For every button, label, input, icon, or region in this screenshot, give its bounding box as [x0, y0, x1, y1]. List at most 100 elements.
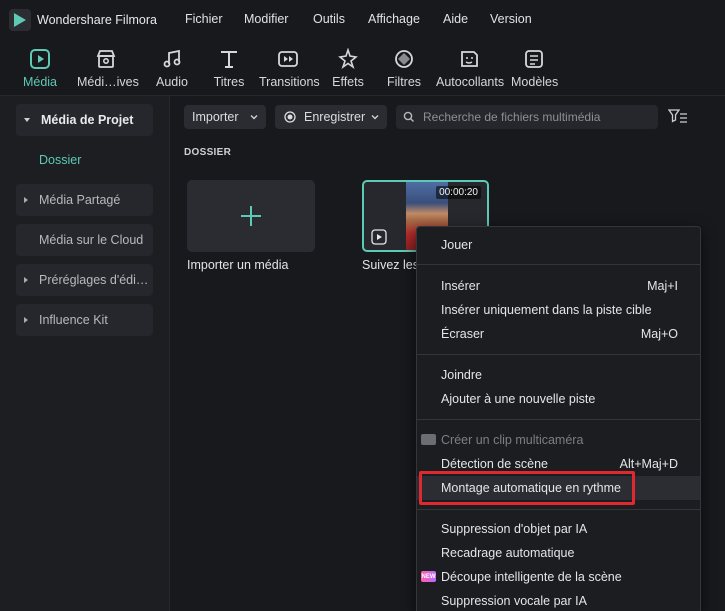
menu-item-shortcut: Alt+Maj+D: [619, 457, 678, 471]
tab-filters[interactable]: Filtres: [387, 46, 421, 94]
tab-stickers[interactable]: Autocollants: [436, 46, 505, 94]
tab-stickers-label: Autocollants: [436, 75, 505, 89]
context-menu: Jouer Insérer Maj+I Insérer uniquement d…: [416, 226, 701, 611]
menu-item-label: Découpe intelligente de la scène: [441, 570, 622, 584]
chevron-down-icon: [371, 115, 379, 120]
menu-item-nouvelle-piste[interactable]: Ajouter à une nouvelle piste: [417, 387, 700, 411]
menu-divider: [417, 354, 700, 355]
menu-item-shortcut: Maj+I: [647, 279, 678, 293]
menu-item-inserer-piste-cible[interactable]: Insérer uniquement dans la piste cible: [417, 298, 700, 322]
tab-filters-label: Filtres: [387, 75, 422, 89]
new-badge-icon: NEW: [421, 571, 436, 582]
menu-version[interactable]: Version: [490, 12, 532, 26]
filmora-logo-icon: [9, 9, 31, 31]
clip-duration: 00:00:20: [436, 186, 481, 199]
plus-icon: [241, 206, 261, 226]
sidebar-item-label: Influence Kit: [39, 313, 108, 327]
chevron-down-icon: [24, 118, 30, 122]
sidebar-item-media-cloud[interactable]: Média sur le Cloud: [16, 224, 153, 256]
menu-item-decoupe-scene[interactable]: NEW Découpe intelligente de la scène: [417, 565, 700, 589]
menu-outils[interactable]: Outils: [313, 12, 345, 26]
tab-templates-label: Modèles: [511, 75, 559, 89]
menu-divider: [417, 419, 700, 420]
import-media-label: Importer un média: [187, 258, 289, 272]
sidebar-item-label: Média Partagé: [39, 193, 121, 207]
annotation-highlight-box: [419, 471, 635, 505]
tab-media-label: Média: [22, 75, 58, 89]
menu-item-inserer[interactable]: Insérer Maj+I: [417, 274, 700, 298]
tab-stock-media-label: Médi…ives: [77, 75, 139, 89]
chevron-down-icon: [250, 115, 258, 120]
sidebar-item-influence-kit[interactable]: Influence Kit: [16, 304, 153, 336]
search-placeholder: Recherche de fichiers multimédia: [423, 110, 601, 124]
sidebar-item-label: Préréglages d'édi…: [39, 273, 149, 287]
menu-fichier[interactable]: Fichier: [185, 12, 223, 26]
menu-item-ecraser[interactable]: Écraser Maj+O: [417, 322, 700, 346]
effects-icon: [335, 46, 361, 72]
record-button[interactable]: Enregistrer: [275, 105, 387, 129]
record-icon: [284, 111, 296, 123]
menu-item-label: Suppression vocale par IA: [441, 594, 587, 608]
sticker-icon: [456, 46, 482, 72]
templates-icon: [521, 46, 547, 72]
tab-titles-label: Titres: [213, 75, 245, 89]
menu-affichage[interactable]: Affichage: [368, 12, 420, 26]
filter-sort-icon[interactable]: [668, 108, 688, 126]
menu-item-label: Insérer uniquement dans la piste cible: [441, 303, 652, 317]
search-icon: [403, 111, 414, 122]
tab-stock-media[interactable]: Médi…ives: [77, 46, 139, 94]
media-icon: [27, 46, 53, 72]
tab-transitions[interactable]: Transitions: [259, 46, 320, 94]
sidebar-item-media-de-projet[interactable]: Média de Projet: [16, 104, 153, 136]
menu-item-label: Créer un clip multicaméra: [441, 433, 584, 447]
menu-item-label: Joindre: [441, 368, 482, 382]
menu-item-label: Insérer: [441, 279, 480, 293]
multicam-icon: [421, 434, 436, 445]
menu-item-label: Écraser: [441, 327, 485, 341]
menu-item-label: Ajouter à une nouvelle piste: [441, 392, 596, 406]
asset-toolbar: Média Médi…ives Audio Titres Transitions…: [0, 40, 725, 96]
sidebar: Média de Projet Dossier Média Partagé Mé…: [0, 96, 170, 611]
menu-aide[interactable]: Aide: [443, 12, 468, 26]
title-bar: Wondershare Filmora Fichier Modifier Out…: [0, 0, 725, 40]
clip-label: Suivez les: [362, 258, 419, 272]
menu-item-label: Suppression d'objet par IA: [441, 522, 588, 536]
chevron-right-icon: [24, 197, 28, 203]
store-icon: [93, 46, 119, 72]
tab-transitions-label: Transitions: [259, 75, 320, 89]
menu-item-label: Détection de scène: [441, 457, 549, 471]
menu-divider: [417, 509, 700, 510]
sidebar-item-label: Média sur le Cloud: [39, 233, 144, 247]
menu-item-jouer[interactable]: Jouer: [417, 233, 700, 257]
sidebar-item-presets[interactable]: Préréglages d'édi…: [16, 264, 153, 296]
menu-item-joindre[interactable]: Joindre: [417, 363, 700, 387]
menu-item-label: Jouer: [441, 238, 473, 252]
menu-item-multicamera: Créer un clip multicaméra: [417, 428, 700, 452]
music-note-icon: [159, 46, 185, 72]
menu-item-shortcut: Maj+O: [640, 327, 678, 341]
tab-audio[interactable]: Audio: [155, 46, 189, 94]
tab-media[interactable]: Média: [21, 46, 59, 94]
record-button-label: Enregistrer: [304, 110, 366, 124]
import-media-card[interactable]: [187, 180, 315, 252]
tab-templates[interactable]: Modèles: [511, 46, 559, 94]
menu-divider: [417, 264, 700, 265]
app-title: Wondershare Filmora: [37, 13, 157, 27]
menu-modifier[interactable]: Modifier: [244, 12, 288, 26]
search-input[interactable]: Recherche de fichiers multimédia: [396, 105, 658, 129]
import-button-label: Importer: [192, 110, 239, 124]
import-button[interactable]: Importer: [184, 105, 266, 129]
video-clip-icon: [371, 229, 387, 245]
tab-effects[interactable]: Effets: [332, 46, 364, 94]
section-title: DOSSIER: [184, 147, 232, 158]
menu-item-recadrage[interactable]: Recadrage automatique: [417, 541, 700, 565]
filter-icon: [391, 46, 417, 72]
menu-item-suppression-objet[interactable]: Suppression d'objet par IA: [417, 517, 700, 541]
sidebar-item-media-partage[interactable]: Média Partagé: [16, 184, 153, 216]
sidebar-item-dossier[interactable]: Dossier: [39, 153, 81, 167]
menu-item-label: Recadrage automatique: [441, 546, 575, 560]
tab-effects-label: Effets: [332, 75, 364, 89]
menu-item-suppression-vocale[interactable]: Suppression vocale par IA: [417, 589, 700, 611]
sidebar-item-label: Média de Projet: [41, 113, 134, 127]
tab-titles[interactable]: Titres: [212, 46, 246, 94]
